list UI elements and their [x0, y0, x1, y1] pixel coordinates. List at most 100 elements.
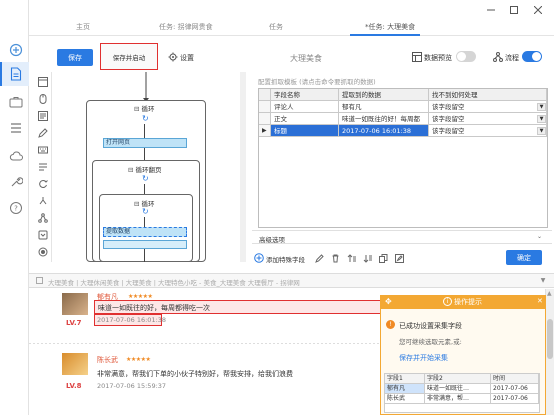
save-button[interactable]: 保存: [57, 49, 93, 66]
task-name: 大理美食: [290, 54, 322, 63]
review-name[interactable]: 陈长武: [97, 355, 118, 365]
maximize-icon[interactable]: [503, 3, 525, 17]
help-icon[interactable]: ?: [8, 200, 24, 216]
move-down-icon[interactable]: [362, 253, 372, 263]
document-icon[interactable]: [8, 66, 24, 82]
handling-dropdown-icon[interactable]: ▼: [537, 127, 546, 135]
tips-popup-title: 操作提示: [454, 298, 482, 306]
review-date[interactable]: 2017-07-06 15:59:37: [97, 382, 166, 390]
user-level: LV.8: [66, 382, 82, 390]
tab-task-dali[interactable]: *任务: 大理美食: [365, 22, 415, 34]
branch-icon[interactable]: [37, 195, 49, 207]
loop-outer-arrow: [144, 124, 145, 138]
confirm-button[interactable]: 确定: [506, 250, 542, 265]
grid-row-marker: [259, 113, 271, 125]
keyboard-icon[interactable]: [37, 144, 49, 156]
popup-table-header: 字段1: [385, 374, 425, 384]
flow-toggle[interactable]: [522, 51, 542, 62]
extract-data-node[interactable]: 提取数据: [103, 227, 187, 237]
avatar: [62, 293, 88, 315]
copy-field-icon[interactable]: [378, 253, 388, 263]
info-icon: i: [443, 297, 452, 306]
grid-cell-field[interactable]: 评论人: [271, 101, 339, 113]
loop-paging-arrow: [144, 184, 145, 194]
grid-cell-field-selected[interactable]: 标题: [271, 125, 339, 137]
extract-data-node-shadow: [103, 240, 187, 249]
open-page-arrow: [144, 148, 145, 160]
edit-field-icon[interactable]: [314, 253, 324, 263]
chevron-up-icon[interactable]: ▲: [547, 290, 552, 297]
mouse-icon[interactable]: [37, 93, 49, 105]
data-preview-toggle[interactable]: [456, 51, 476, 62]
grid-cell-handling[interactable]: 该字段留空: [429, 113, 547, 125]
grid-cell-value[interactable]: 味道一如既往的好！每周都: [339, 113, 429, 125]
loop-inner-arrow: [144, 217, 145, 227]
tools-icon[interactable]: [8, 174, 24, 190]
save-and-start-collect-link[interactable]: 保存并开始采集: [399, 353, 448, 363]
grid-header-handling: 找不到如何处理: [429, 89, 547, 101]
close-icon[interactable]: [527, 3, 549, 17]
url-text[interactable]: 大理美食 | 大理休闲美食 | 大理美食 | 大理特色小吃 - 美食_大理美食 …: [48, 277, 528, 287]
advanced-options-label[interactable]: 高级选项: [259, 234, 285, 244]
star-rating: ★★★★★: [126, 356, 151, 363]
left-rail: ?: [0, 0, 29, 415]
add-task-icon[interactable]: [8, 42, 24, 58]
browser-icon[interactable]: [37, 76, 49, 88]
stop-icon[interactable]: [37, 246, 49, 258]
add-field-icon[interactable]: [254, 253, 264, 263]
move-handle-icon[interactable]: ✥: [385, 297, 392, 306]
minimize-icon[interactable]: [480, 3, 502, 17]
settings-label[interactable]: 设置: [180, 53, 194, 63]
handling-dropdown-icon[interactable]: ▼: [537, 103, 546, 111]
warning-icon: !: [386, 320, 395, 329]
flow-label: 流程: [505, 54, 519, 62]
move-up-icon[interactable]: [346, 253, 356, 263]
grid-row-marker: [259, 101, 271, 113]
network-icon[interactable]: [37, 212, 49, 224]
handling-dropdown-icon[interactable]: ▼: [537, 115, 546, 123]
save-and-start-button[interactable]: 保存并启动: [100, 43, 158, 70]
grid-cell-handling[interactable]: 该字段留空: [429, 101, 547, 113]
select-list-icon[interactable]: [37, 161, 49, 173]
advanced-options-bar[interactable]: [252, 230, 552, 244]
popup-close-icon[interactable]: ✕: [537, 297, 543, 305]
flow-icon[interactable]: [493, 52, 503, 62]
cloud-icon[interactable]: [8, 148, 24, 164]
open-page-node[interactable]: 打开网页: [103, 138, 187, 148]
add-special-field-button[interactable]: 添加特殊字段: [266, 254, 305, 264]
wait-icon[interactable]: [37, 229, 49, 241]
review-date[interactable]: 2017-07-06 16:01:38: [97, 316, 166, 324]
tab-task-dianping[interactable]: 任务: 拐律网贵食: [159, 22, 213, 34]
tab-task[interactable]: 任务: [269, 22, 283, 34]
list-icon[interactable]: [8, 120, 24, 136]
popup-table-cell: 非常满意，帮…: [425, 394, 491, 404]
grid-cell-value[interactable]: 郁有凡: [339, 101, 429, 113]
briefcase-icon[interactable]: [8, 94, 24, 110]
popup-table-cell: 陈长武: [385, 394, 425, 404]
popup-table-cell: 味道一如既往…: [425, 384, 491, 394]
grid-cell-value-selected[interactable]: 2017-07-06 16:01:38: [339, 125, 429, 137]
page-scrollbar[interactable]: ▲: [545, 289, 554, 415]
grid-header-field: 字段名称: [271, 89, 339, 101]
edit-icon[interactable]: [37, 127, 49, 139]
loop-outer-refresh-icon: ↻: [142, 114, 149, 123]
settings-gear-icon[interactable]: [168, 52, 178, 62]
delete-field-icon[interactable]: [330, 253, 340, 263]
data-preview-icon[interactable]: [412, 52, 422, 62]
review-text[interactable]: 味道一如既往的好，每周都得吃一次: [98, 303, 210, 313]
workflow-scrollbar[interactable]: [240, 72, 246, 262]
grid-header-corner: [259, 89, 271, 101]
rename-field-icon[interactable]: [394, 253, 404, 263]
popup-table-header: 时间: [491, 374, 539, 384]
grid-cell-handling[interactable]: 该字段留空: [429, 125, 547, 137]
tab-home[interactable]: 主页: [76, 22, 90, 34]
loop-icon[interactable]: [37, 178, 49, 190]
review-text[interactable]: 非常满意，帮我们下单的小伙子特别好，帮我安排，给我们浪费: [97, 369, 293, 379]
grid-header-value: 提取到的数据: [339, 89, 429, 101]
popup-table-cell: 2017-07-06: [491, 384, 539, 394]
extract-icon[interactable]: [37, 110, 49, 122]
tips-next-hint: 您可继续选取元素,或:: [399, 338, 462, 346]
url-dropdown-icon[interactable]: ▼: [538, 276, 548, 285]
chevron-down-icon[interactable]: ⌄: [537, 233, 542, 240]
grid-cell-field[interactable]: 正文: [271, 113, 339, 125]
